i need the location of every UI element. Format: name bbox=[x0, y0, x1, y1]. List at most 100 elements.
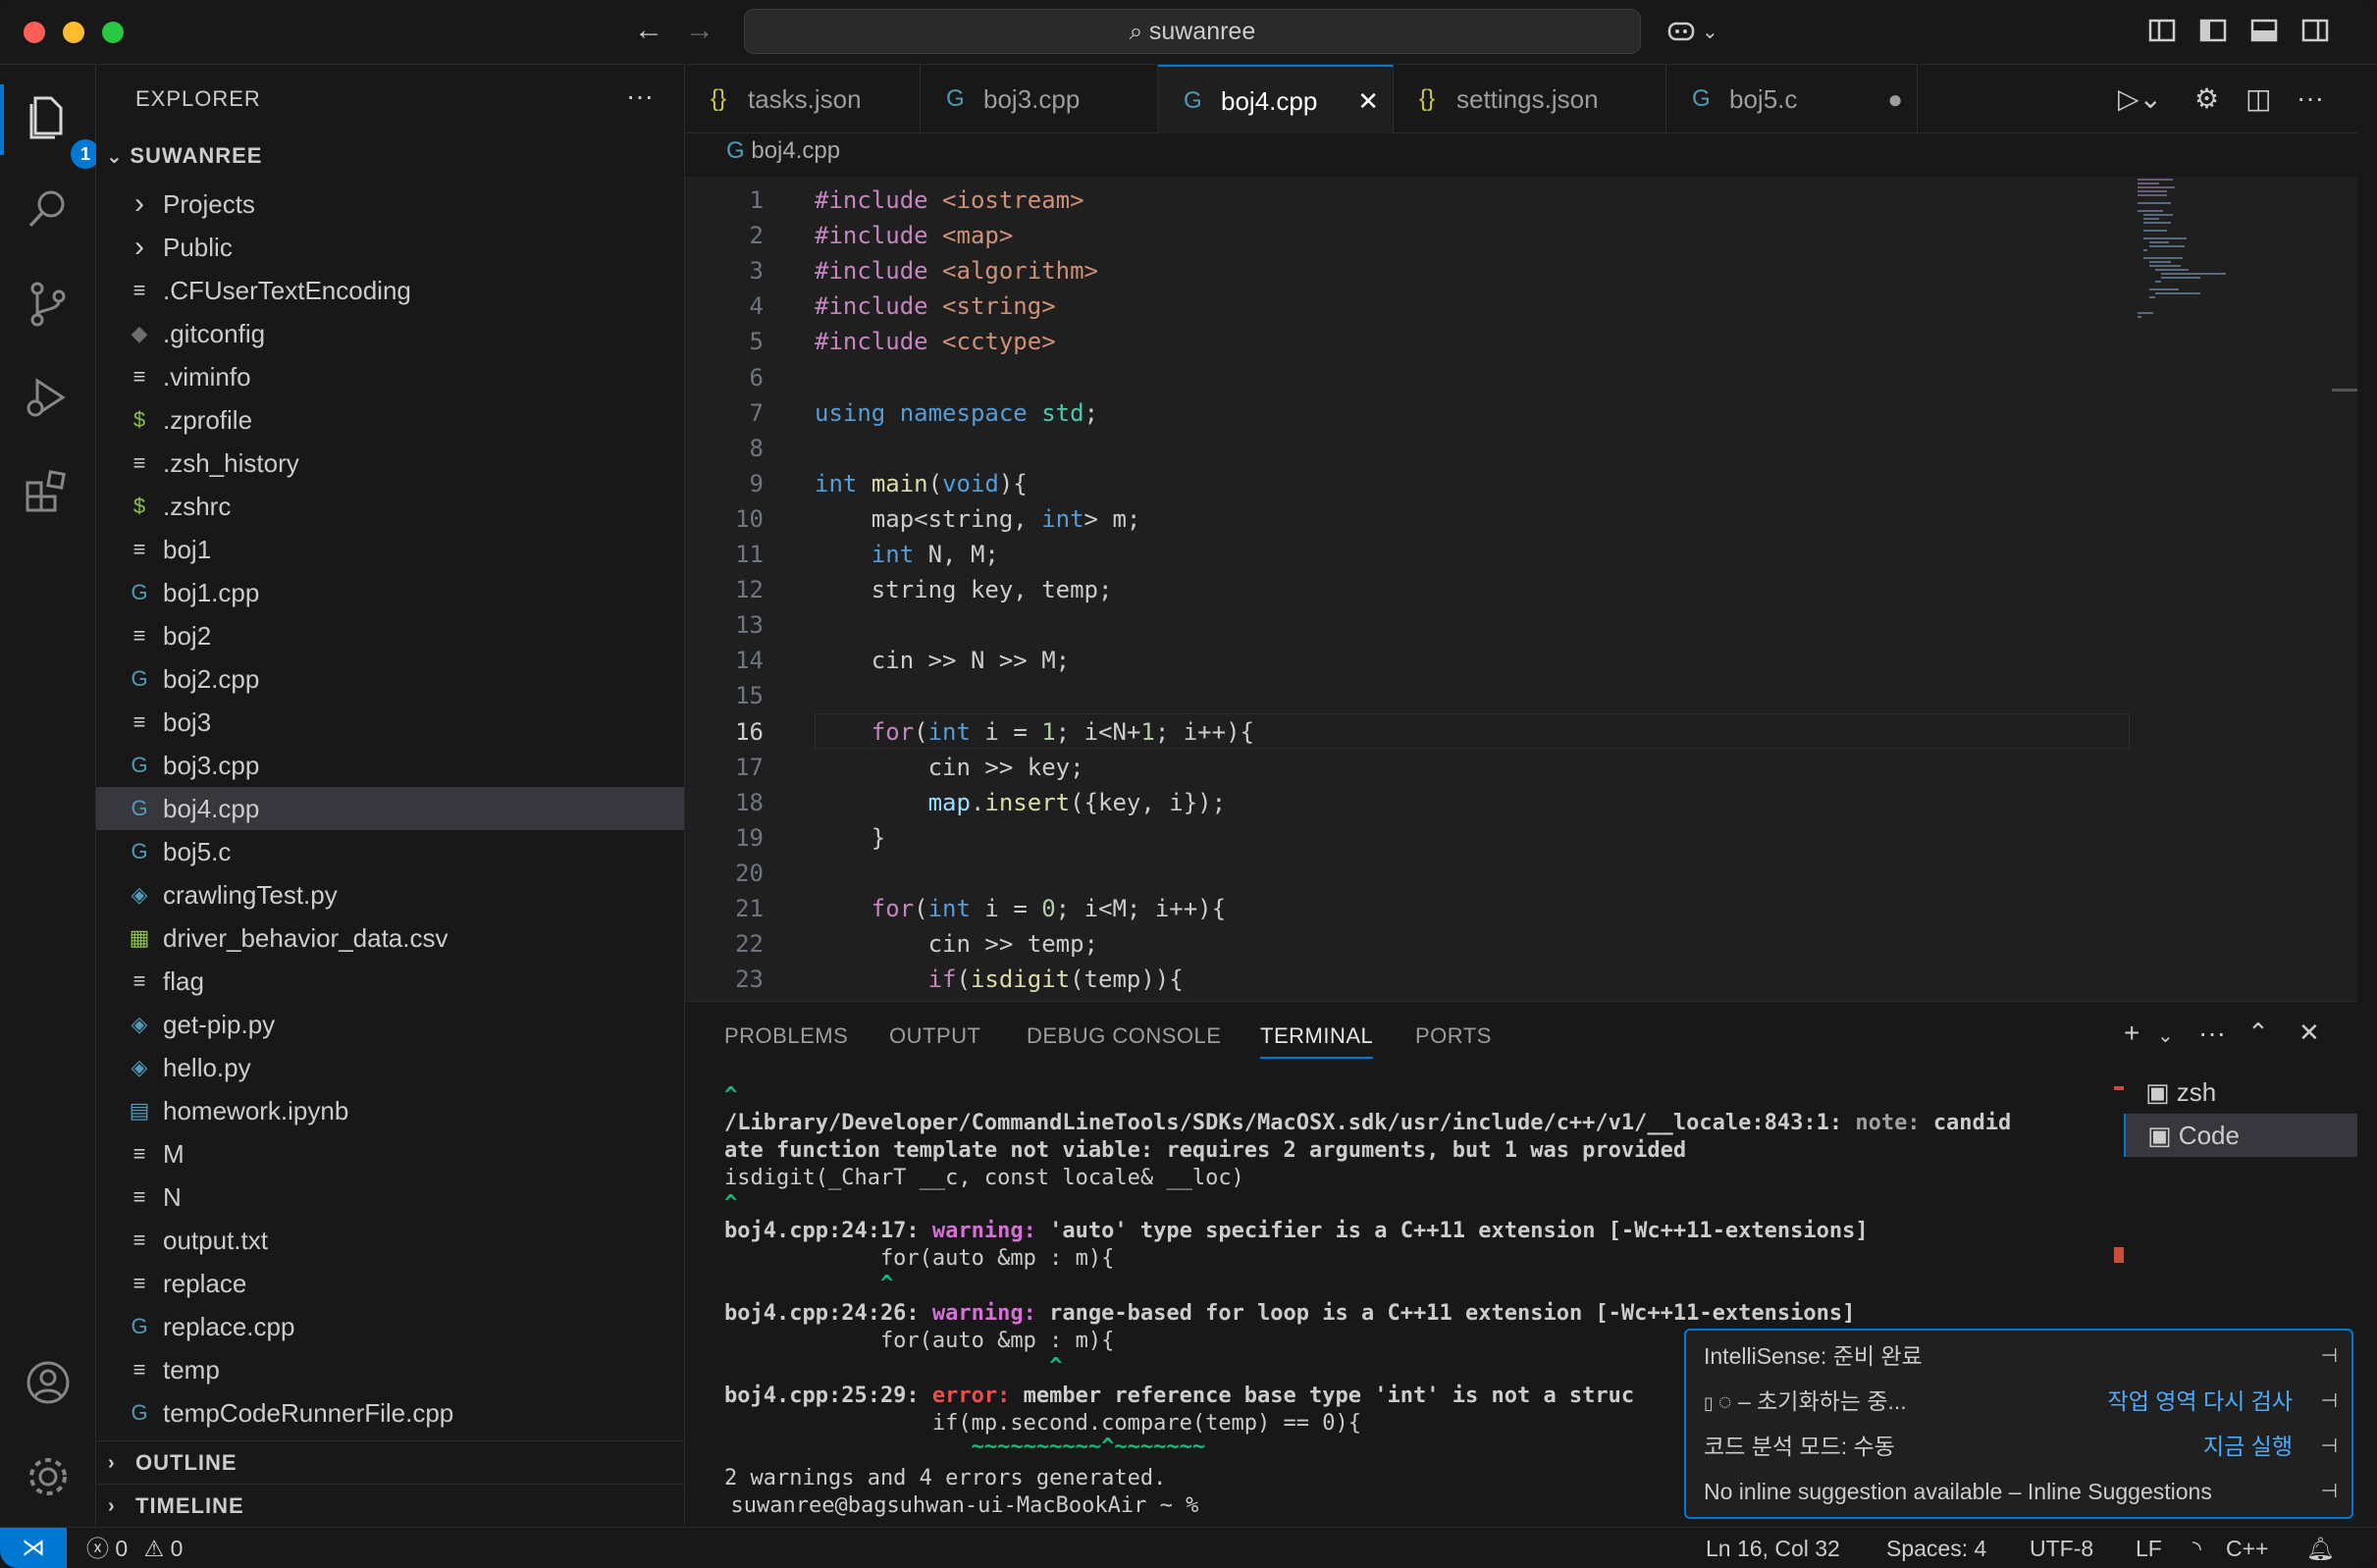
file-item[interactable]: ◈ crawlingTest.py bbox=[96, 873, 684, 916]
folder-item[interactable]: › Public bbox=[96, 226, 684, 269]
table-icon: ▦ bbox=[129, 925, 150, 950]
file-item[interactable]: ≡ boj3 bbox=[96, 701, 684, 744]
tab-problems[interactable]: PROBLEMS bbox=[724, 1023, 848, 1049]
file-item[interactable]: ◆ .gitconfig bbox=[96, 312, 684, 355]
file-item[interactable]: ≡ replace bbox=[96, 1262, 684, 1305]
toggle-panel-icon[interactable] bbox=[2249, 16, 2279, 45]
tab-ports[interactable]: PORTS bbox=[1415, 1023, 1492, 1049]
extensions-icon[interactable] bbox=[22, 465, 75, 518]
toggle-primary-sidebar-icon[interactable] bbox=[2198, 16, 2228, 45]
close-window-button[interactable] bbox=[24, 22, 45, 43]
toggle-secondary-sidebar-icon[interactable] bbox=[2300, 16, 2330, 45]
breadcrumb[interactable]: G boj4.cpp bbox=[726, 137, 840, 165]
file-item[interactable]: ◈ get-pip.py bbox=[96, 1003, 684, 1046]
tab-debug-console[interactable]: DEBUG CONSOLE bbox=[1027, 1023, 1221, 1049]
editor-scrollbar-thumb[interactable] bbox=[2332, 389, 2357, 392]
folder-item[interactable]: › Projects bbox=[96, 183, 684, 226]
problems-status[interactable]: ⓧ 0 ⚠ 0 bbox=[86, 1528, 183, 1568]
customize-layout-icon[interactable] bbox=[2147, 16, 2177, 45]
lines-icon: ≡ bbox=[132, 968, 146, 993]
command-center-search[interactable]: ⌕ suwanree bbox=[744, 9, 1641, 54]
file-item[interactable]: ≡ output.txt bbox=[96, 1219, 684, 1262]
close-panel-icon[interactable]: ✕ bbox=[2298, 1018, 2320, 1048]
file-item[interactable]: ≡ .viminfo bbox=[96, 355, 684, 398]
eol-status[interactable]: LF bbox=[2136, 1528, 2162, 1568]
minimap[interactable] bbox=[2130, 177, 2357, 1001]
new-terminal-icon[interactable]: + bbox=[2124, 1018, 2139, 1049]
file-item[interactable]: ≡ M bbox=[96, 1132, 684, 1176]
file-item[interactable]: ≡ boj1 bbox=[96, 528, 684, 571]
cpp-icon: G bbox=[131, 580, 148, 604]
file-item[interactable]: $ .zprofile bbox=[96, 398, 684, 442]
file-item[interactable]: ≡ flag bbox=[96, 960, 684, 1003]
file-item[interactable]: ≡ .CFUserTextEncoding bbox=[96, 269, 684, 312]
editor-tab[interactable]: Gboj3.cpp bbox=[921, 65, 1158, 133]
settings-gear-icon[interactable]: ⚙ bbox=[2194, 82, 2219, 115]
line-number: 18 bbox=[735, 788, 764, 816]
tab-terminal[interactable]: TERMINAL bbox=[1260, 1023, 1374, 1059]
editor-more-actions-icon[interactable]: ··· bbox=[2297, 82, 2324, 114]
chevron-down-icon[interactable]: ⌄ bbox=[1702, 20, 1731, 49]
file-name: boj5.c bbox=[163, 837, 232, 866]
zoom-window-button[interactable] bbox=[102, 22, 124, 43]
copilot-icon[interactable] bbox=[1666, 16, 1696, 45]
cursor-position[interactable]: Ln 16, Col 32 bbox=[1706, 1528, 1840, 1568]
file-item[interactable]: ≡ N bbox=[96, 1176, 684, 1219]
file-item[interactable]: Gboj1.cpp bbox=[96, 571, 684, 614]
file-item[interactable]: Greplace.cpp bbox=[96, 1305, 684, 1348]
explorer-icon[interactable]: 1 bbox=[22, 90, 100, 169]
file-item[interactable]: ≡ boj2 bbox=[96, 614, 684, 657]
file-item[interactable]: Gboj2.cpp bbox=[96, 657, 684, 701]
run-now-link[interactable]: 지금 실행 bbox=[2203, 1425, 2293, 1468]
pin-icon[interactable]: ⊣ bbox=[2321, 1334, 2338, 1378]
search-view-icon[interactable] bbox=[22, 183, 75, 235]
workspace-root-folder[interactable]: ⌄ SUWANREE bbox=[106, 143, 262, 179]
remote-indicator-icon[interactable]: ⋊ bbox=[0, 1528, 67, 1568]
accounts-icon[interactable] bbox=[22, 1356, 75, 1409]
file-item[interactable]: ▤ homework.ipynb bbox=[96, 1089, 684, 1132]
tab-output[interactable]: OUTPUT bbox=[889, 1023, 980, 1049]
file-item[interactable]: GtempCodeRunnerFile.cpp bbox=[96, 1391, 684, 1435]
maximize-panel-icon[interactable]: ⌃ bbox=[2247, 1018, 2269, 1048]
file-item[interactable]: $ .zshrc bbox=[96, 485, 684, 528]
close-tab-icon[interactable]: ✕ bbox=[1357, 67, 1379, 135]
notifications-bell-icon[interactable]: 🔔︎ bbox=[2306, 1528, 2335, 1568]
pin-icon[interactable]: ⊣ bbox=[2321, 1425, 2338, 1468]
back-arrow-icon[interactable]: ← bbox=[634, 14, 663, 47]
file-item[interactable]: ≡ temp bbox=[96, 1348, 684, 1391]
file-item[interactable]: ◈ hello.py bbox=[96, 1046, 684, 1089]
split-editor-icon[interactable]: ◫ bbox=[2245, 82, 2271, 115]
file-item[interactable]: Gboj4.cpp bbox=[96, 787, 684, 830]
sidebar-title: EXPLORER bbox=[135, 86, 261, 111]
outline-section-header[interactable]: › OUTLINE bbox=[96, 1440, 684, 1484]
file-item[interactable]: Gboj3.cpp bbox=[96, 744, 684, 787]
unsaved-dot-icon[interactable]: ● bbox=[1887, 65, 1903, 133]
minimize-window-button[interactable] bbox=[63, 22, 84, 43]
more-actions-icon[interactable]: ··· bbox=[626, 80, 654, 112]
editor-tab[interactable]: Gboj5.c ● bbox=[1666, 65, 1918, 133]
file-item[interactable]: ▦ driver_behavior_data.csv bbox=[96, 916, 684, 960]
forward-arrow-icon[interactable]: → bbox=[685, 14, 714, 47]
encoding-status[interactable]: UTF-8 bbox=[2030, 1528, 2093, 1568]
terminal-item-zsh[interactable]: ▣ zsh bbox=[2124, 1071, 2357, 1114]
language-mode[interactable]: C++ bbox=[2226, 1528, 2268, 1568]
file-item[interactable]: ≡ .zsh_history bbox=[96, 442, 684, 485]
run-debug-icon[interactable] bbox=[22, 371, 75, 424]
terminal-dropdown-chevron-icon[interactable]: ⌄ bbox=[2157, 1023, 2174, 1048]
pin-icon[interactable]: ⊣ bbox=[2321, 1380, 2338, 1423]
panel-more-actions-icon[interactable]: ··· bbox=[2198, 1018, 2226, 1049]
source-control-icon[interactable] bbox=[22, 277, 75, 330]
indentation-status[interactable]: Spaces: 4 bbox=[1886, 1528, 1986, 1568]
timeline-section-header[interactable]: › TIMELINE bbox=[96, 1484, 684, 1527]
rescan-workspace-link[interactable]: 작업 영역 다시 검사 bbox=[2108, 1380, 2293, 1423]
editor-tab[interactable]: {} settings.json bbox=[1394, 65, 1666, 133]
run-code-icon[interactable]: ▷⌄ bbox=[2118, 82, 2162, 115]
file-item[interactable]: Gboj5.c bbox=[96, 830, 684, 873]
editor-tab[interactable]: Gboj4.cpp ✕ bbox=[1158, 65, 1394, 133]
pin-icon[interactable]: ⊣ bbox=[2321, 1470, 2338, 1513]
editor-tab[interactable]: {} tasks.json bbox=[685, 65, 921, 133]
terminal-item-code[interactable]: ▣ Code bbox=[2124, 1114, 2357, 1157]
explorer-sidebar: EXPLORER ··· ⌄ SUWANREE › Projects › Public… bbox=[96, 65, 685, 1527]
manage-gear-icon[interactable] bbox=[22, 1450, 75, 1503]
code-editor[interactable]: 1 #include <iostream> 2 #include <map> 3 #inc… bbox=[685, 177, 2357, 1001]
